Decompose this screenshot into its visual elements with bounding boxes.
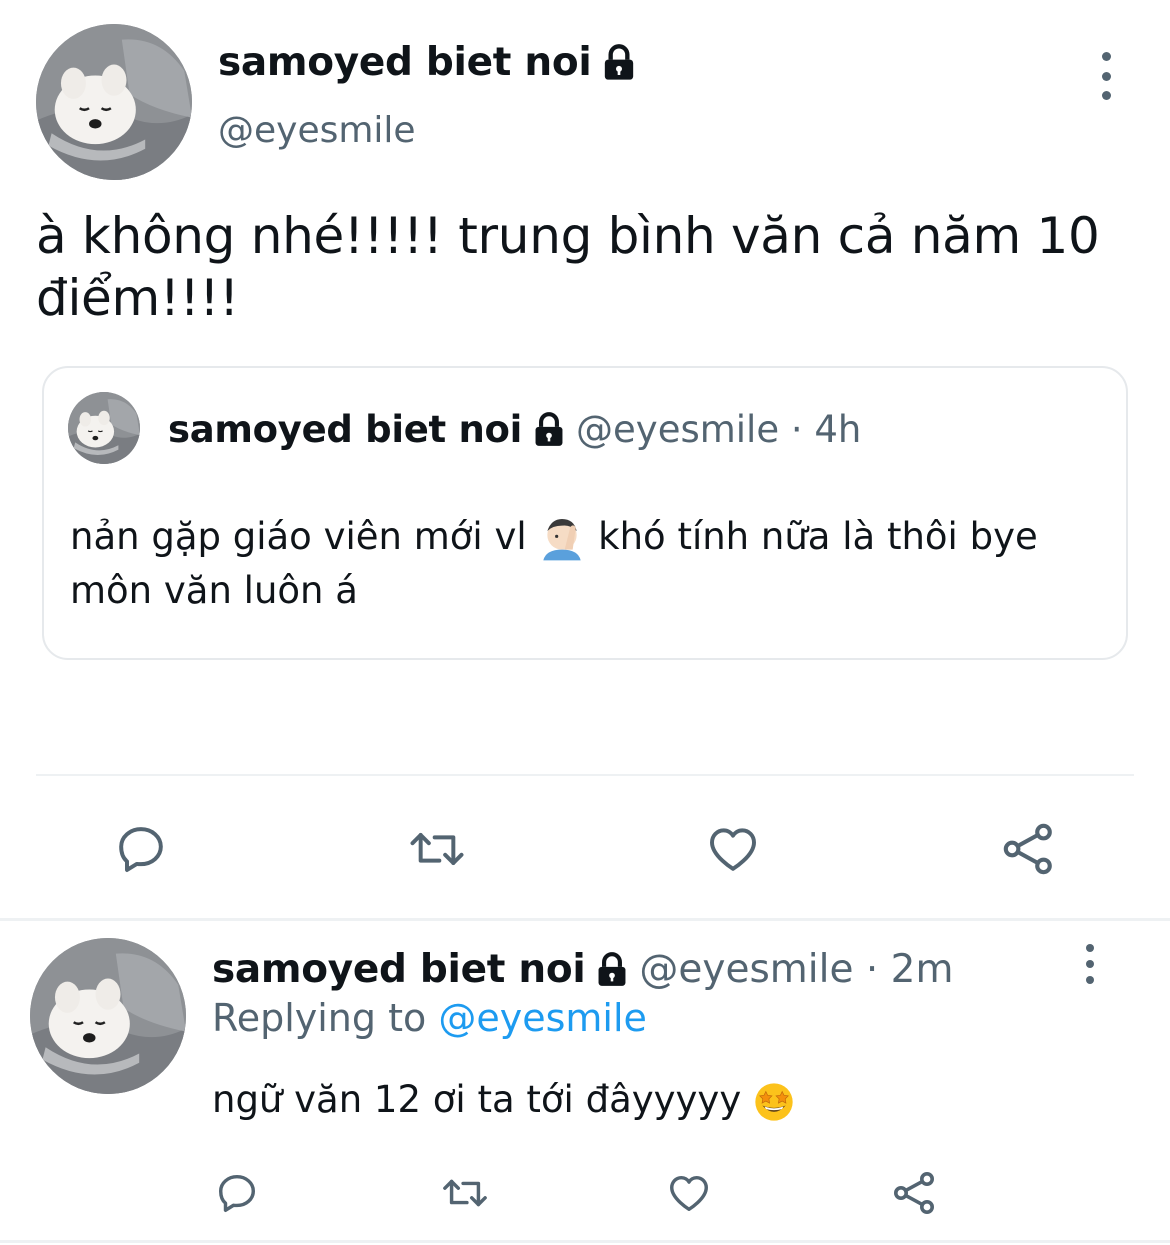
replying-to-link[interactable]: @eyesmile bbox=[438, 996, 647, 1040]
retweet-icon bbox=[443, 1179, 487, 1207]
quoted-text-segment: khó tính nữa là thôi bye bbox=[598, 515, 1038, 558]
author-name[interactable]: samoyed biet noi bbox=[218, 40, 592, 85]
more-vertical-icon[interactable] bbox=[1090, 52, 1122, 100]
retweet-button[interactable] bbox=[438, 1168, 492, 1218]
replying-to-label: Replying to bbox=[212, 996, 427, 1040]
lock-icon bbox=[535, 411, 563, 446]
quoted-tweet-card[interactable]: samoyed biet noi @eyesmile · 4h nản gặp … bbox=[42, 366, 1128, 660]
retweet-icon bbox=[410, 833, 464, 865]
author-handle[interactable]: @eyesmile bbox=[218, 110, 416, 151]
reply-meta: @eyesmile · 2m bbox=[639, 947, 954, 992]
retweet-button[interactable] bbox=[404, 818, 470, 880]
lock-icon bbox=[605, 43, 634, 80]
replying-to: Replying to @eyesmile bbox=[212, 996, 647, 1040]
lock-icon bbox=[598, 951, 626, 986]
like-button[interactable] bbox=[702, 818, 764, 880]
reply-author-name[interactable]: samoyed biet noi bbox=[212, 947, 586, 992]
heart-icon bbox=[670, 1175, 708, 1212]
star-struck-emoji bbox=[755, 1082, 793, 1121]
divider bbox=[36, 774, 1134, 776]
quoted-tweet-header: samoyed biet noi @eyesmile · 4h bbox=[168, 408, 861, 451]
heart-icon bbox=[710, 828, 756, 871]
reply-icon bbox=[218, 1174, 256, 1212]
reply-button[interactable] bbox=[212, 1168, 262, 1218]
quoted-tweet-text-line: môn văn luôn á bbox=[70, 569, 358, 612]
quoted-author-name: samoyed biet noi bbox=[168, 408, 523, 451]
more-vertical-icon[interactable] bbox=[1078, 944, 1102, 984]
avatar-image bbox=[68, 392, 140, 464]
quoted-tweet-meta: @eyesmile · 4h bbox=[576, 408, 862, 451]
author-avatar[interactable] bbox=[36, 24, 192, 180]
avatar-image bbox=[30, 938, 186, 1094]
quoted-author-avatar[interactable] bbox=[68, 392, 140, 464]
reply-text-segment: ngữ văn 12 ơi ta tới đâyyyyy bbox=[212, 1078, 742, 1121]
divider bbox=[0, 1240, 1170, 1243]
avatar-image bbox=[36, 24, 192, 180]
tweet-text: à không nhé!!!!! trung bình văn cả năm 1… bbox=[36, 205, 1136, 329]
like-button[interactable] bbox=[664, 1168, 714, 1218]
reply-tweet-text: ngữ văn 12 ơi ta tới đâyyyyy bbox=[212, 1078, 795, 1123]
quoted-tweet-text: nản gặp giáo viên mới vl khó tính nữa là… bbox=[70, 510, 1110, 618]
quoted-tweet-text-line: nản gặp giáo viên mới vl khó tính nữa là… bbox=[70, 510, 1110, 564]
quoted-text-segment: nản gặp giáo viên mới vl bbox=[70, 515, 527, 558]
share-button[interactable] bbox=[890, 1168, 940, 1218]
reply-header: samoyed biet noi @eyesmile · 2m bbox=[212, 947, 953, 992]
tweet-text-line: à không nhé!!!!! trung bình văn cả năm 1… bbox=[36, 207, 1100, 265]
reply-icon bbox=[119, 827, 163, 872]
face-palm-emoji bbox=[543, 518, 582, 560]
share-icon bbox=[894, 1172, 934, 1214]
share-button[interactable] bbox=[998, 818, 1060, 880]
reply-author-avatar[interactable] bbox=[30, 938, 186, 1094]
author-name-row[interactable]: samoyed biet noi bbox=[218, 40, 639, 85]
tweet-text-line: điểm!!!! bbox=[36, 269, 239, 327]
share-icon bbox=[1003, 823, 1052, 875]
divider bbox=[0, 918, 1170, 921]
reply-button[interactable] bbox=[110, 818, 172, 880]
